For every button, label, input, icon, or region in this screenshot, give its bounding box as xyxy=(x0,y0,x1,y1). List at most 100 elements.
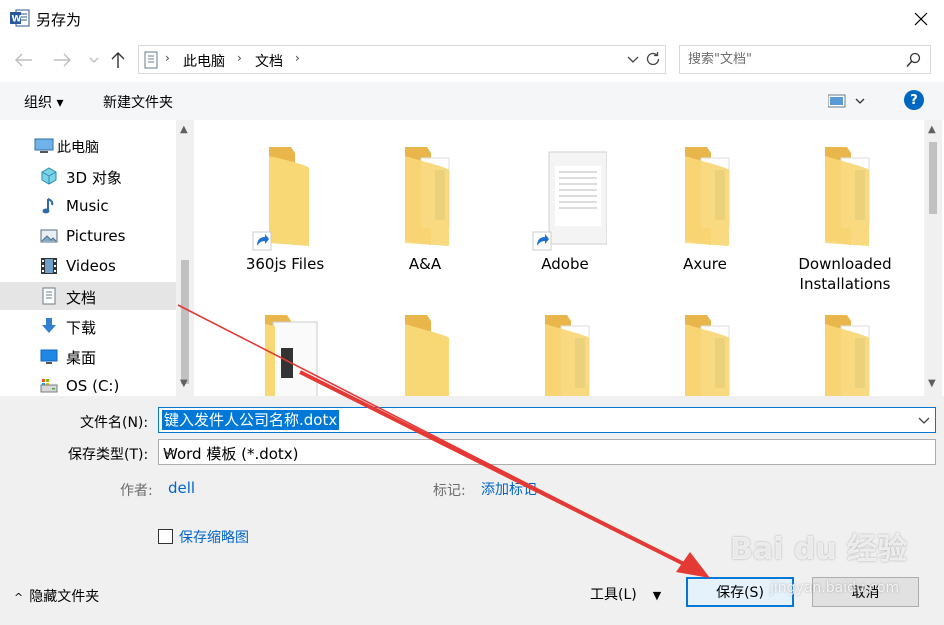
save-thumbnail-checkbox[interactable] xyxy=(158,529,173,544)
file-item[interactable]: 360js Files xyxy=(225,120,345,290)
address-bar[interactable]: › 此电脑 › 文档 › xyxy=(138,45,666,74)
breadcrumb-this-pc[interactable]: 此电脑 xyxy=(183,51,225,71)
breadcrumb-separator: › xyxy=(165,51,170,65)
scroll-down-icon[interactable]: ▼ xyxy=(180,378,188,389)
folder-shortcut-icon xyxy=(247,142,327,256)
filename-input[interactable]: 键入发件人公司名称.dotx xyxy=(158,407,936,433)
chevron-down-icon[interactable] xyxy=(918,412,930,432)
chevron-down-icon xyxy=(163,444,930,464)
file-type-label: 保存类型(T): xyxy=(68,447,149,463)
address-history-button[interactable] xyxy=(627,50,639,72)
document-shortcut-icon xyxy=(527,142,608,256)
sidebar-item-os-drive[interactable]: OS (C:) xyxy=(0,372,176,396)
file-item[interactable] xyxy=(505,288,625,396)
download-icon xyxy=(40,317,58,335)
word-icon: W xyxy=(10,9,30,27)
organize-menu[interactable]: 组织 ▾ xyxy=(24,92,63,112)
file-item[interactable]: Adobe xyxy=(505,120,625,290)
chevron-down-icon xyxy=(89,57,99,63)
folder-icon xyxy=(527,310,607,396)
file-item[interactable] xyxy=(785,288,905,396)
scroll-thumb[interactable] xyxy=(929,142,937,214)
recent-locations-button[interactable] xyxy=(84,50,104,70)
file-item[interactable]: Downloaded Installations xyxy=(785,120,905,293)
save-thumbnail-label[interactable]: 保存缩略图 xyxy=(179,527,249,547)
music-icon xyxy=(40,197,58,215)
title-bar: W 另存为 xyxy=(0,0,944,38)
folder-icon xyxy=(667,142,747,256)
folder-icon xyxy=(807,142,887,256)
breadcrumb-documents[interactable]: 文档 xyxy=(255,51,283,71)
sidebar-item-videos[interactable]: Videos xyxy=(0,252,176,280)
folder-icon xyxy=(667,310,747,396)
tools-menu[interactable]: 工具(L) ▼ xyxy=(590,584,661,604)
window-title: 另存为 xyxy=(36,11,82,29)
svg-text:W: W xyxy=(12,15,22,25)
computer-icon xyxy=(34,137,54,155)
help-button[interactable]: ? xyxy=(904,90,924,110)
close-button[interactable] xyxy=(898,0,944,38)
navigation-bar: › 此电脑 › 文档 › xyxy=(0,38,944,82)
tags-label: 标记: xyxy=(433,483,466,499)
desktop-icon xyxy=(40,347,58,365)
navigation-pane: 此电脑 3D 对象 Music Pictures Videos 文档 下载 桌面… xyxy=(0,120,196,396)
refresh-icon xyxy=(646,52,660,66)
scroll-up-icon[interactable]: ▲ xyxy=(928,124,936,135)
sidebar-item-3d-objects[interactable]: 3D 对象 xyxy=(0,162,176,190)
filename-label: 文件名(N): xyxy=(80,415,149,431)
file-item[interactable]: A&A xyxy=(365,120,485,290)
sidebar-item-desktop[interactable]: 桌面 xyxy=(0,342,176,370)
file-list: 360js Files A&A Adobe Axure Downloaded I… xyxy=(196,120,922,396)
back-arrow-icon xyxy=(15,53,32,67)
chevron-up-icon: ^ xyxy=(14,591,24,604)
author-label: 作者: xyxy=(120,483,153,499)
forward-arrow-icon xyxy=(54,53,71,67)
view-options-icon[interactable] xyxy=(827,94,870,112)
sidebar-scrollbar[interactable]: ▲ ▼ xyxy=(176,120,194,396)
folder-icon xyxy=(807,310,887,396)
file-list-scrollbar[interactable]: ▲ ▼ xyxy=(924,120,942,396)
filename-value[interactable]: 键入发件人公司名称.dotx xyxy=(162,410,340,430)
save-button[interactable]: 保存(S) xyxy=(686,577,794,607)
dropdown-arrow-icon: ▼ xyxy=(652,589,662,602)
file-item[interactable] xyxy=(365,288,485,396)
sidebar-item-music[interactable]: Music xyxy=(0,192,176,220)
drive-icon xyxy=(40,377,58,395)
pictures-icon xyxy=(40,227,58,245)
tags-value[interactable]: 添加标记 xyxy=(481,479,537,499)
scroll-thumb[interactable] xyxy=(181,260,189,384)
command-bar: 组织 ▾ 新建文件夹 xyxy=(0,82,944,120)
sidebar-item-downloads[interactable]: 下载 xyxy=(0,312,176,340)
up-arrow-icon xyxy=(111,52,125,68)
documents-icon xyxy=(40,287,58,305)
hide-folders-toggle[interactable]: ^ 隐藏文件夹 xyxy=(14,586,99,606)
new-folder-button[interactable]: 新建文件夹 xyxy=(103,92,173,112)
file-item[interactable] xyxy=(645,288,765,396)
search-box[interactable] xyxy=(679,45,931,74)
sidebar-item-pictures[interactable]: Pictures xyxy=(0,222,176,250)
3d-objects-icon xyxy=(40,167,58,185)
scroll-up-icon[interactable]: ▲ xyxy=(180,124,188,135)
computer-icon xyxy=(143,51,159,73)
author-value[interactable]: dell xyxy=(168,479,195,497)
breadcrumb-separator: › xyxy=(237,51,242,65)
close-icon xyxy=(914,12,928,26)
save-form: 文件名(N): 键入发件人公司名称.dotx 保存类型(T): Word 模板 … xyxy=(0,396,944,625)
search-icon[interactable] xyxy=(906,52,922,72)
folder-icon xyxy=(387,310,467,396)
chevron-down-icon xyxy=(627,56,639,63)
cancel-button[interactable]: 取消 xyxy=(812,577,919,607)
file-item[interactable] xyxy=(225,288,345,396)
back-button[interactable] xyxy=(14,50,34,70)
file-item[interactable]: Axure xyxy=(645,120,765,290)
search-input[interactable] xyxy=(680,46,900,73)
folder-icon xyxy=(247,310,327,396)
forward-button[interactable] xyxy=(52,50,72,70)
videos-icon xyxy=(40,257,58,275)
scroll-down-icon[interactable]: ▼ xyxy=(928,378,936,389)
refresh-button[interactable] xyxy=(644,50,662,72)
sidebar-item-this-pc[interactable]: 此电脑 xyxy=(0,132,176,160)
up-button[interactable] xyxy=(108,50,128,70)
sidebar-item-documents[interactable]: 文档 xyxy=(0,282,176,310)
file-type-select[interactable]: Word 模板 (*.dotx) xyxy=(158,439,936,465)
